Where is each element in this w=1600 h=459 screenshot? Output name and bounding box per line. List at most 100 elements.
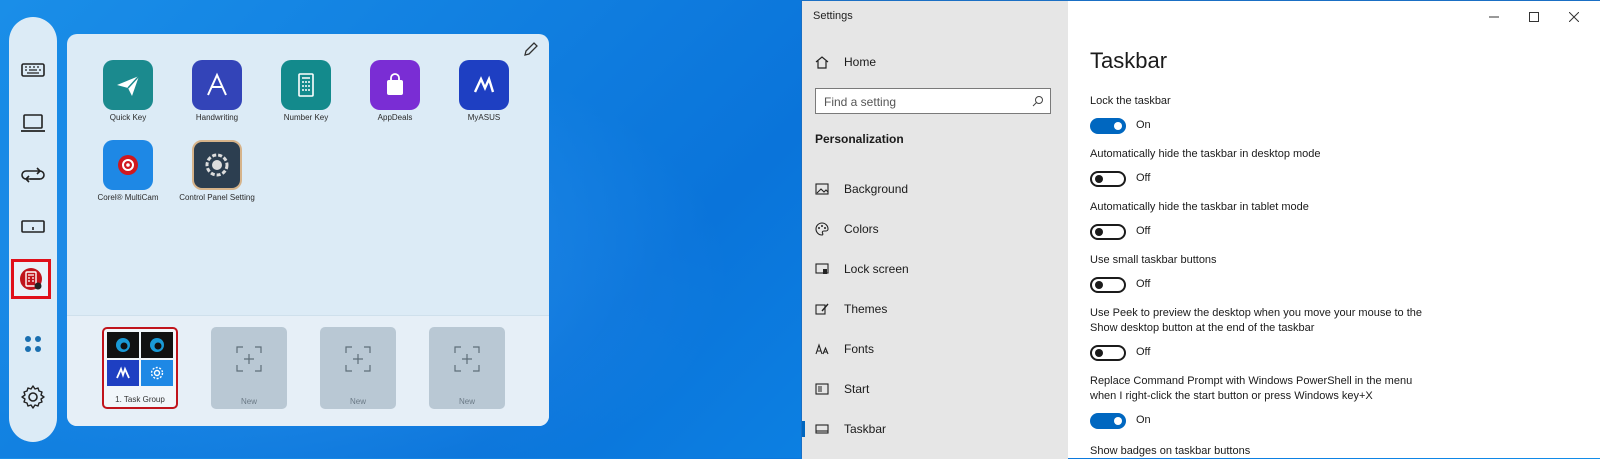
keyboard-icon <box>21 63 45 77</box>
minimize-icon <box>1489 16 1499 18</box>
gear-icon <box>21 385 45 409</box>
app-appdeals[interactable]: AppDeals <box>355 60 435 123</box>
option-label: Automatically hide the taskbar in deskto… <box>1090 148 1321 160</box>
option-label: Use Peek to preview the desktop when you… <box>1090 307 1423 334</box>
group-label: 1. Task Group <box>115 395 165 404</box>
toggle-state: Off <box>1136 346 1151 358</box>
group-label: New <box>349 397 366 406</box>
option-label: Show badges on taskbar buttons <box>1090 445 1251 457</box>
screenxpert-rail <box>9 17 57 442</box>
new-group-1[interactable]: New <box>211 327 287 409</box>
app-corel-multicam[interactable]: Corel® MultiCam <box>88 140 168 203</box>
option-label: Lock the taskbar <box>1090 95 1171 107</box>
lock-screen-icon <box>814 261 830 277</box>
app-label: Number Key <box>283 113 329 122</box>
nav-lock-screen[interactable]: Lock screen <box>802 253 1068 285</box>
number-key-icon <box>298 73 314 97</box>
pencil-icon[interactable] <box>523 41 539 57</box>
search-icon <box>1032 96 1043 107</box>
edge-icon <box>150 338 164 352</box>
app-label: Control Panel Setting <box>179 193 255 202</box>
camera-icon <box>118 155 138 175</box>
toggle-state: Off <box>1136 225 1151 237</box>
option-label: Use small taskbar buttons <box>1090 254 1217 266</box>
toggle-state: Off <box>1136 172 1151 184</box>
task-group-1[interactable]: 1. Task Group <box>102 327 178 409</box>
settings-nav-pane: Settings Home Find a setting Personaliza… <box>802 1 1068 459</box>
nav-fonts[interactable]: Fonts <box>802 333 1068 365</box>
nav-colors[interactable]: Colors <box>802 213 1068 245</box>
close-button[interactable] <box>1554 7 1594 27</box>
edge-icon <box>116 338 130 352</box>
brush-icon <box>814 301 830 317</box>
shopping-bag-icon <box>387 73 403 95</box>
handwriting-icon <box>207 72 227 96</box>
option-label: Replace Command Prompt with Windows Powe… <box>1090 375 1413 402</box>
picture-icon <box>814 181 830 197</box>
palette-icon <box>814 221 830 237</box>
toggle-state: Off <box>1136 278 1151 290</box>
calculator-icon <box>20 268 42 290</box>
minimize-button[interactable] <box>1474 7 1514 27</box>
laptop-button[interactable] <box>16 106 50 140</box>
number-key-button[interactable] <box>11 259 51 299</box>
app-switcher-button[interactable] <box>16 158 50 192</box>
gear-icon <box>150 366 164 380</box>
myasus-icon <box>473 75 495 93</box>
toggle-autohide-desktop[interactable] <box>1090 171 1126 187</box>
app-label: AppDeals <box>377 113 413 122</box>
control-dial-icon <box>205 153 229 177</box>
add-icon <box>345 346 371 372</box>
group-label: New <box>240 397 257 406</box>
nav-start[interactable]: Start <box>802 373 1068 405</box>
toggle-lock-taskbar[interactable] <box>1090 118 1126 134</box>
window-title: Settings <box>813 10 853 22</box>
group-label: New <box>458 397 475 406</box>
start-icon <box>814 381 830 397</box>
keyboard-button[interactable] <box>16 53 50 87</box>
touchpad-button[interactable] <box>16 209 50 243</box>
maximize-button[interactable] <box>1514 7 1554 27</box>
find-setting-search[interactable]: Find a setting <box>815 88 1051 114</box>
home-icon <box>814 54 830 70</box>
myasus-icon <box>116 366 130 379</box>
toggle-peek[interactable] <box>1090 345 1126 361</box>
app-label: Corel® MultiCam <box>97 193 159 202</box>
search-placeholder: Find a setting <box>824 95 897 109</box>
toggle-powershell[interactable] <box>1090 413 1126 429</box>
app-number-key[interactable]: Number Key <box>266 60 346 123</box>
touchpad-icon <box>21 220 45 233</box>
launcher-panel: Quick Key Handwriting Number Key AppDeal… <box>67 34 549 426</box>
toggle-small-buttons[interactable] <box>1090 277 1126 293</box>
settings-content: Taskbar Lock the taskbar On Automaticall… <box>1068 1 1600 459</box>
paper-plane-icon <box>117 75 140 96</box>
all-apps-button[interactable] <box>16 327 50 361</box>
app-control-panel-setting[interactable]: Control Panel Setting <box>177 140 257 203</box>
app-myasus[interactable]: MyASUS <box>444 60 524 123</box>
nav-background[interactable]: Background <box>802 173 1068 205</box>
app-quick-key[interactable]: Quick Key <box>88 60 168 123</box>
close-icon <box>1569 12 1579 22</box>
option-label: Automatically hide the taskbar in tablet… <box>1090 201 1309 213</box>
taskbar-icon <box>814 421 830 437</box>
nav-themes[interactable]: Themes <box>802 293 1068 325</box>
add-icon <box>236 346 262 372</box>
app-label: MyASUS <box>467 113 501 122</box>
nav-home[interactable]: Home <box>802 46 1068 78</box>
nav-taskbar[interactable]: Taskbar <box>802 413 1068 445</box>
new-group-3[interactable]: New <box>429 327 505 409</box>
font-icon <box>814 341 830 357</box>
nav-section-header: Personalization <box>815 132 904 146</box>
page-title: Taskbar <box>1090 48 1168 73</box>
app-handwriting[interactable]: Handwriting <box>177 60 257 123</box>
settings-button[interactable] <box>16 380 50 414</box>
app-label: Handwriting <box>195 113 239 122</box>
task-groups-area: 1. Task Group New New New <box>67 315 549 426</box>
toggle-autohide-tablet[interactable] <box>1090 224 1126 240</box>
settings-window: Settings Home Find a setting Personaliza… <box>801 0 1600 459</box>
toggle-state: On <box>1136 119 1151 131</box>
app-label: Quick Key <box>109 113 147 122</box>
switch-icon <box>21 167 45 183</box>
add-icon <box>454 346 480 372</box>
new-group-2[interactable]: New <box>320 327 396 409</box>
